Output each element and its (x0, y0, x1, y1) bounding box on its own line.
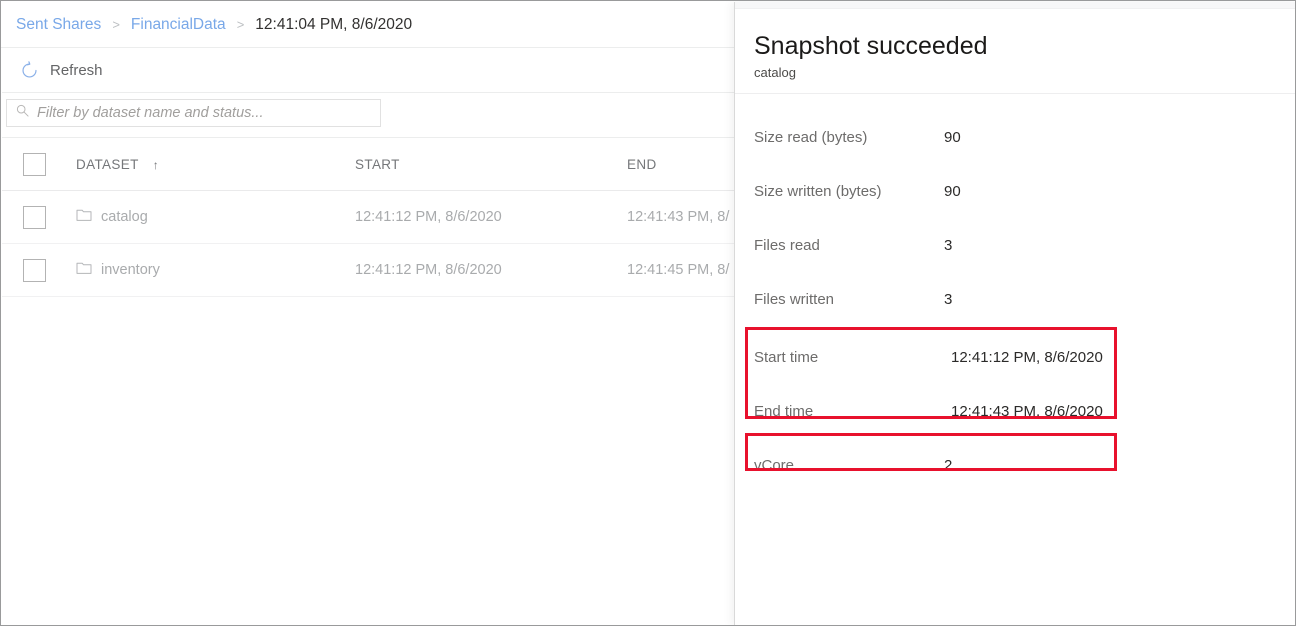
panel-subtitle: catalog (754, 65, 1296, 80)
row-select-cell (2, 206, 76, 229)
chevron-right-icon: > (237, 17, 245, 32)
filter-box[interactable] (6, 99, 381, 127)
select-all-checkbox[interactable] (23, 153, 46, 176)
folder-icon (76, 208, 92, 227)
cell-dataset: inventory (76, 261, 355, 280)
chevron-right-icon: > (112, 17, 120, 32)
panel-header: Snapshot succeeded catalog (735, 9, 1296, 94)
detail-row-files-written: Files written 3 (735, 273, 1296, 327)
highlighted-detail-group: Start time 12:41:12 PM, 8/6/2020 End tim… (735, 327, 1296, 493)
sort-ascending-icon: ↑ (153, 158, 159, 172)
panel-title: Snapshot succeeded (754, 32, 1296, 61)
search-input[interactable] (37, 105, 367, 121)
search-icon (7, 104, 37, 122)
select-all-cell (2, 153, 76, 176)
dataset-name: catalog (101, 209, 148, 225)
breadcrumb-current: 12:41:04 PM, 8/6/2020 (255, 16, 412, 34)
refresh-label: Refresh (50, 62, 103, 79)
row-checkbox[interactable] (23, 206, 46, 229)
detail-row-files-read: Files read 3 (735, 219, 1296, 273)
column-header-start[interactable]: START (355, 156, 627, 174)
snapshot-details-panel: Snapshot succeeded catalog Size read (by… (734, 2, 1296, 626)
row-checkbox[interactable] (23, 259, 46, 282)
detail-row-end-time: End time 12:41:43 PM, 8/6/2020 (735, 385, 1296, 439)
detail-row-size-written: Size written (bytes) 90 (735, 165, 1296, 219)
detail-row-vcore: vCore 2 (735, 439, 1296, 493)
panel-top-strip (735, 2, 1296, 9)
app-window: Sent Shares > FinancialData > 12:41:04 P… (0, 0, 1296, 626)
detail-row-size-read: Size read (bytes) 90 (735, 111, 1296, 165)
breadcrumb-item-financialdata[interactable]: FinancialData (131, 16, 226, 34)
refresh-button[interactable]: Refresh (20, 61, 103, 80)
row-select-cell (2, 259, 76, 282)
panel-body: Size read (bytes) 90 Size written (bytes… (735, 94, 1296, 493)
folder-icon (76, 261, 92, 280)
cell-dataset: catalog (76, 208, 355, 227)
dataset-name: inventory (101, 262, 160, 278)
breadcrumb-item-sent-shares[interactable]: Sent Shares (16, 16, 101, 34)
cell-start: 12:41:12 PM, 8/6/2020 (355, 209, 627, 225)
detail-row-start-time: Start time 12:41:12 PM, 8/6/2020 (735, 331, 1296, 385)
cell-start: 12:41:12 PM, 8/6/2020 (355, 262, 627, 278)
column-header-dataset[interactable]: DATASET ↑ (76, 157, 355, 172)
refresh-icon (20, 61, 39, 80)
